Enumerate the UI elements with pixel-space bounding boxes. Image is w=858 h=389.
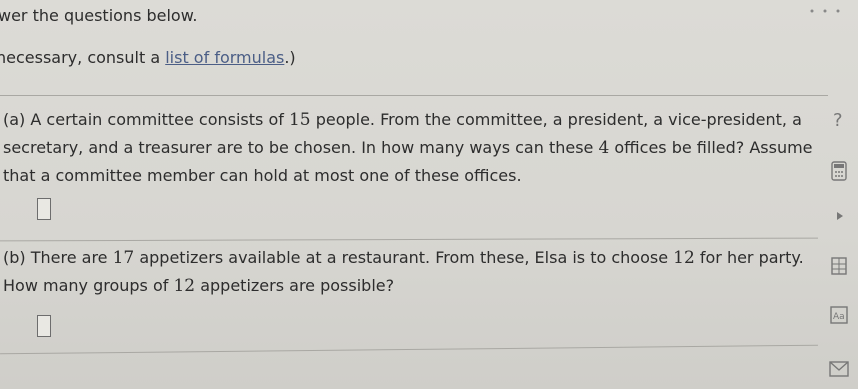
text: How many groups of [3, 276, 174, 295]
question-a-line1: (a) A certain committee consists of 15 p… [3, 106, 818, 134]
number: 4 [598, 138, 610, 158]
data-table-icon[interactable] [828, 255, 850, 277]
instructions: wer the questions below. [0, 6, 197, 25]
textbook-label: Aa [833, 312, 845, 322]
question-a: (a) A certain committee consists of 15 p… [3, 106, 818, 189]
question-b-line1: (b) There are 17 appetizers available at… [3, 244, 818, 272]
text: appetizers are possible? [195, 276, 395, 295]
video-play-icon[interactable] [828, 205, 850, 227]
answer-input-b[interactable] [37, 315, 51, 337]
formulas-link[interactable]: list of formulas [165, 48, 284, 67]
homework-page: wer the questions below. necessary, cons… [0, 0, 858, 389]
consult-prefix: necessary, consult a [0, 48, 166, 67]
text: secretary, and a treasurer are to be cho… [3, 138, 599, 157]
text: There are [30, 248, 113, 267]
instruction-text: wer the questions below. [0, 6, 198, 25]
text: for her party. [694, 248, 804, 267]
text: appetizers available at a restaurant. Fr… [134, 248, 674, 267]
text: offices be filled? Assume [609, 138, 813, 157]
consult-line: necessary, consult a list of formulas.) [0, 48, 296, 67]
number: 12 [673, 248, 695, 268]
text: A certain committee consists of [30, 110, 289, 129]
help-icon[interactable]: ? [828, 108, 850, 131]
calculator-icon[interactable] [828, 160, 850, 182]
part-b-label: (b) [3, 248, 26, 267]
number: 15 [288, 110, 311, 130]
window-dots [800, 0, 850, 13]
question-b-line2: How many groups of 12 appetizers are pos… [3, 272, 818, 300]
help-glyph: ? [833, 110, 843, 130]
text: that a committee member can hold at most… [3, 166, 522, 185]
consult-suffix: .) [284, 48, 296, 67]
message-icon[interactable] [828, 358, 850, 380]
divider-top [0, 95, 828, 96]
answer-input-a[interactable] [37, 198, 51, 220]
question-a-line2: secretary, and a treasurer are to be cho… [3, 134, 818, 162]
textbook-icon[interactable]: Aa [828, 304, 850, 326]
number: 17 [112, 248, 135, 268]
question-a-line3: that a committee member can hold at most… [3, 162, 818, 189]
number: 12 [173, 276, 196, 296]
divider-middle [0, 237, 818, 242]
part-a-label: (a) [3, 110, 26, 129]
divider-bottom [0, 344, 818, 355]
question-b: (b) There are 17 appetizers available at… [3, 244, 818, 300]
text: people. From the committee, a president,… [310, 110, 802, 129]
